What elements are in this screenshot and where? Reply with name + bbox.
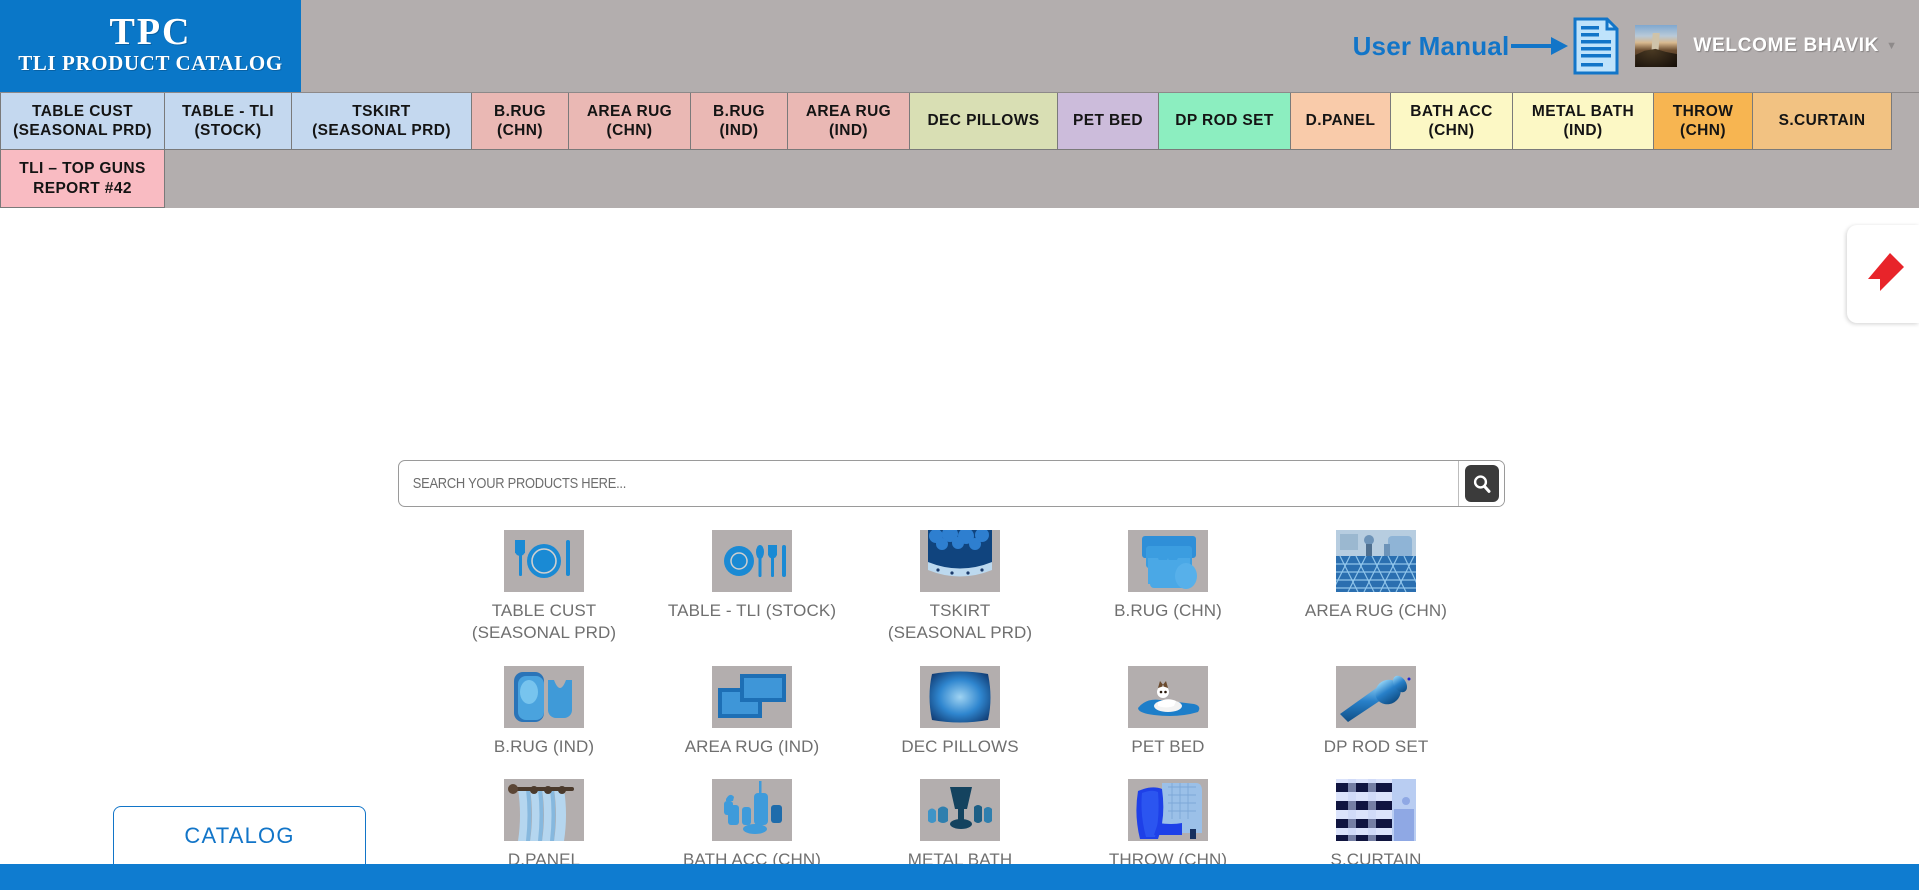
product-grid-row: D.PANEL BATH ACC (CHN) METAL BATH THROW (CH…: [440, 779, 1480, 871]
welcome-user-label[interactable]: WELCOME BHAVIK: [1693, 35, 1879, 57]
nav-tab[interactable]: METAL BATH (IND): [1513, 93, 1654, 150]
product-grid-item[interactable]: PET BED: [1064, 665, 1272, 758]
product-grid-item-label: TABLE CUST (SEASONAL PRD): [471, 601, 617, 642]
product-grid-item-label: B.RUG (IND): [493, 736, 595, 756]
search-bar[interactable]: [398, 460, 1505, 507]
product-grid-item[interactable]: AREA RUG (IND): [648, 665, 856, 758]
product-grid-item[interactable]: BATH ACC (CHN): [648, 779, 856, 871]
metal-bath-icon[interactable]: [920, 779, 1000, 842]
nav-tab[interactable]: THROW (CHN): [1654, 93, 1753, 150]
nav-tab[interactable]: TABLE - TLI (STOCK): [165, 93, 292, 150]
product-grid-item-label: AREA RUG (CHN): [1304, 601, 1448, 620]
nav-tab[interactable]: BATH ACC (CHN): [1391, 93, 1513, 150]
area-rug-ind-icon[interactable]: [712, 665, 792, 728]
nav-tab[interactable]: S.CURTAIN: [1753, 93, 1892, 150]
nav-tab[interactable]: DEC PILLOWS: [910, 93, 1058, 150]
catalog-tab-label: CATALOG: [184, 822, 295, 848]
product-grid-item[interactable]: AREA RUG (CHN): [1272, 530, 1480, 644]
product-grid-item-label: AREA RUG (IND): [684, 736, 820, 756]
nav-tab[interactable]: D.PANEL: [1291, 93, 1391, 150]
product-grid-row: B.RUG (IND) AREA RUG (IND) DEC PILLOWS PET …: [440, 665, 1480, 758]
product-grid-item[interactable]: S.CURTAIN: [1272, 779, 1480, 871]
product-grid-item[interactable]: B.RUG (CHN): [1064, 530, 1272, 644]
user-manual-link[interactable]: User Manual: [1353, 31, 1510, 62]
product-grid-item[interactable]: TABLE CUST (SEASONAL PRD): [440, 530, 648, 644]
nav-tab[interactable]: AREA RUG (IND): [788, 93, 910, 150]
search-icon: [1464, 465, 1499, 502]
arrow-right-icon: [1511, 31, 1569, 61]
nav-row-secondary: TLI – TOP GUNS REPORT #42: [0, 150, 1919, 208]
category-navbar: TABLE CUST (SEASONAL PRD) TABLE - TLI (ST…: [0, 92, 1919, 208]
table-cust-icon[interactable]: [504, 530, 584, 592]
product-grid-item-label: TABLE - TLI (STOCK): [667, 601, 837, 620]
table-tli-stock-icon[interactable]: [712, 530, 792, 592]
bath-rug-chn-icon[interactable]: [1128, 530, 1208, 592]
product-grid-item[interactable]: TABLE - TLI (STOCK): [648, 530, 856, 644]
product-grid: TABLE CUST (SEASONAL PRD) TABLE - TLI (ST…: [440, 530, 1480, 893]
nav-row-primary: TABLE CUST (SEASONAL PRD) TABLE - TLI (ST…: [0, 93, 1919, 150]
product-grid-item[interactable]: TSKIRT (SEASONAL PRD): [856, 530, 1064, 644]
product-grid-item[interactable]: DEC PILLOWS: [856, 665, 1064, 758]
product-grid-item[interactable]: D.PANEL: [440, 779, 648, 871]
search-button[interactable]: [1459, 461, 1504, 506]
product-grid-item[interactable]: B.RUG (IND): [440, 665, 648, 758]
pet-bed-icon[interactable]: [1128, 665, 1208, 728]
logo-subtitle: TLI PRODUCT CATALOG: [18, 51, 283, 76]
product-grid-item[interactable]: DP ROD SET: [1272, 665, 1480, 758]
avatar[interactable]: [1635, 25, 1678, 67]
nav-tab[interactable]: TABLE CUST (SEASONAL PRD): [0, 93, 165, 150]
bookmark-ribbon-icon: [1860, 249, 1906, 300]
nav-filler: [165, 150, 1919, 208]
nav-tab[interactable]: B.RUG (CHN): [472, 93, 569, 150]
tskirt-icon[interactable]: [920, 530, 1000, 592]
throw-chn-icon[interactable]: [1128, 779, 1208, 842]
product-grid-row: TABLE CUST (SEASONAL PRD) TABLE - TLI (ST…: [440, 530, 1480, 644]
nav-tab[interactable]: TLI – TOP GUNS REPORT #42: [0, 150, 165, 208]
product-grid-item-label: B.RUG (CHN): [1114, 601, 1222, 620]
product-grid-item-label: TSKIRT (SEASONAL PRD): [887, 601, 1033, 642]
product-grid-item-label: DEC PILLOWS: [901, 736, 1019, 756]
search-input[interactable]: [399, 461, 1310, 506]
nav-tab[interactable]: PET BED: [1058, 93, 1159, 150]
product-grid-item-label: DP ROD SET: [1323, 736, 1429, 756]
bath-acc-chn-icon[interactable]: [712, 779, 792, 842]
d-panel-icon[interactable]: [504, 779, 584, 842]
chevron-down-icon[interactable]: ▼: [1886, 40, 1897, 52]
main-content: TABLE CUST (SEASONAL PRD) TABLE - TLI (ST…: [0, 208, 1919, 890]
product-grid-item[interactable]: THROW (CHN): [1064, 779, 1272, 871]
logo-title: TPC: [109, 10, 192, 53]
nav-filler: [1892, 93, 1919, 150]
shower-curtain-icon[interactable]: [1336, 779, 1416, 842]
bookmark-widget[interactable]: [1847, 225, 1919, 323]
document-icon[interactable]: [1573, 17, 1619, 75]
dp-rod-set-icon[interactable]: [1336, 665, 1416, 728]
nav-tab[interactable]: AREA RUG (CHN): [569, 93, 691, 150]
dec-pillows-icon[interactable]: [920, 665, 1000, 728]
page-header: TPC TLI PRODUCT CATALOG User Manual WELC…: [0, 0, 1919, 92]
catalog-tab[interactable]: CATALOG: [113, 806, 366, 864]
nav-tab[interactable]: TSKIRT (SEASONAL PRD): [292, 93, 472, 150]
footer-bar: [0, 864, 1919, 890]
area-rug-chn-icon[interactable]: [1336, 530, 1416, 592]
product-grid-item[interactable]: METAL BATH: [856, 779, 1064, 871]
product-grid-item-label: PET BED: [1131, 736, 1205, 756]
nav-tab[interactable]: B.RUG (IND): [691, 93, 788, 150]
nav-tab[interactable]: DP ROD SET: [1159, 93, 1291, 150]
app-logo[interactable]: TPC TLI PRODUCT CATALOG: [0, 0, 301, 92]
header-right-area: User Manual WELCOME BHAVIK ▼: [301, 0, 1919, 92]
bath-rug-ind-icon[interactable]: [504, 665, 584, 728]
